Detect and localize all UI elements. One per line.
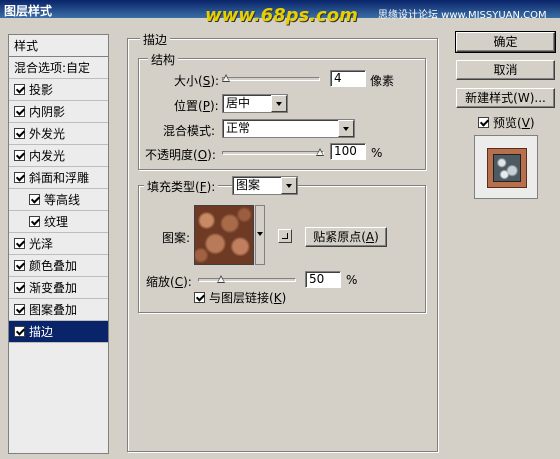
style-item-pattern-overlay[interactable]: 图案叠加 (9, 299, 108, 321)
style-item-bevel-emboss[interactable]: 斜面和浮雕 (9, 167, 108, 189)
preview-thumbnail (487, 148, 527, 188)
blend-mode-select[interactable]: 正常 (222, 119, 355, 138)
fill-type-select[interactable]: 图案 (232, 176, 298, 195)
style-item-label: 图案叠加 (29, 303, 78, 317)
style-list: 样式 混合选项:自定 投影 内阴影 外发光 内发光 斜面和浮雕 等高线 纹理 光… (8, 34, 109, 454)
style-preview (474, 135, 538, 199)
checkbox-icon[interactable] (14, 238, 25, 249)
checkbox-icon[interactable] (14, 128, 25, 139)
style-item-label: 纹理 (44, 215, 69, 229)
new-preset-icon[interactable] (278, 229, 292, 243)
position-label: 位置(P): (174, 99, 219, 113)
watermark-text: 思缘设计论坛 www.MISSYUAN.COM (378, 10, 547, 21)
fill-type-label: 填充类型(F): (144, 178, 219, 195)
checkbox-icon[interactable] (14, 172, 25, 183)
blend-mode-label: 混合模式: (163, 124, 216, 138)
checkbox-icon[interactable] (14, 282, 25, 293)
style-item-contour[interactable]: 等高线 (9, 189, 108, 211)
style-item-inner-shadow[interactable]: 内阴影 (9, 101, 108, 123)
scale-input[interactable]: 50 (305, 271, 341, 288)
checkbox-icon[interactable] (29, 194, 40, 205)
checkbox-icon[interactable] (14, 326, 25, 337)
blending-options-item[interactable]: 混合选项:自定 (9, 57, 108, 79)
style-item-drop-shadow[interactable]: 投影 (9, 79, 108, 101)
style-item-label: 渐变叠加 (29, 281, 78, 295)
window-title: 图层样式 (4, 4, 53, 18)
opacity-label: 不透明度(O): (145, 148, 216, 162)
checkbox-icon[interactable] (14, 150, 25, 161)
opacity-unit: % (371, 146, 383, 160)
structure-title: 结构 (148, 51, 179, 68)
style-item-label: 内阴影 (29, 105, 66, 119)
checkbox-icon[interactable] (14, 304, 25, 315)
checkbox-icon[interactable] (478, 117, 489, 128)
fill-type-value: 图案 (236, 178, 261, 192)
preview-fill (493, 154, 521, 182)
new-style-button[interactable]: 新建样式(W)... (456, 88, 555, 108)
style-item-label: 外发光 (29, 127, 66, 141)
style-item-gradient-overlay[interactable]: 渐变叠加 (9, 277, 108, 299)
checkbox-icon[interactable] (14, 106, 25, 117)
chevron-down-icon[interactable] (281, 177, 297, 194)
style-item-label: 斜面和浮雕 (29, 171, 90, 185)
scale-label: 缩放(C): (146, 275, 192, 289)
style-item-label: 内发光 (29, 149, 66, 163)
style-item-texture[interactable]: 纹理 (9, 211, 108, 233)
position-select[interactable]: 居中 (222, 94, 288, 113)
checkbox-icon[interactable] (29, 216, 40, 227)
snap-to-origin-button[interactable]: 贴紧原点(A) (305, 227, 387, 247)
stroke-title: 描边 (140, 31, 171, 48)
pattern-label: 图案: (162, 231, 191, 245)
style-item-label: 投影 (29, 83, 54, 97)
checkbox-icon[interactable] (14, 260, 25, 271)
scale-slider-thumb[interactable] (217, 275, 225, 283)
pattern-picker-arrow[interactable] (255, 205, 265, 265)
watermark-logo: www.68ps.com (205, 5, 358, 26)
style-item-inner-glow[interactable]: 内发光 (9, 145, 108, 167)
style-item-stroke[interactable]: 描边 (9, 321, 108, 343)
ok-button[interactable]: 确定 (455, 31, 556, 53)
style-item-satin[interactable]: 光泽 (9, 233, 108, 255)
style-item-label: 颜色叠加 (29, 259, 78, 273)
cancel-button[interactable]: 取消 (456, 60, 555, 80)
chevron-down-icon[interactable] (271, 95, 287, 112)
blend-mode-value: 正常 (226, 121, 251, 135)
opacity-slider-thumb[interactable] (316, 148, 324, 156)
style-item-color-overlay[interactable]: 颜色叠加 (9, 255, 108, 277)
style-item-label: 等高线 (44, 193, 81, 207)
size-input[interactable]: 4 (330, 70, 366, 87)
opacity-slider[interactable] (222, 151, 324, 155)
preview-toggle[interactable]: 预览(V) (478, 114, 535, 131)
pattern-swatch[interactable] (194, 205, 254, 265)
size-slider-thumb[interactable] (222, 74, 230, 82)
style-item-label: 描边 (29, 325, 54, 339)
scale-unit: % (346, 273, 358, 287)
size-label: 大小(S): (174, 74, 220, 88)
size-slider[interactable] (222, 77, 320, 81)
position-value: 居中 (226, 96, 251, 110)
checkbox-icon[interactable] (194, 292, 205, 303)
size-unit: 像素 (370, 74, 395, 88)
link-with-layer[interactable]: 与图层链接(K) (194, 289, 286, 306)
style-item-outer-glow[interactable]: 外发光 (9, 123, 108, 145)
style-list-header[interactable]: 样式 (9, 35, 108, 57)
scale-slider[interactable] (198, 278, 296, 282)
chevron-down-icon[interactable] (338, 120, 354, 137)
opacity-input[interactable]: 100 (330, 143, 366, 160)
style-item-label: 光泽 (29, 237, 54, 251)
checkbox-icon[interactable] (14, 84, 25, 95)
